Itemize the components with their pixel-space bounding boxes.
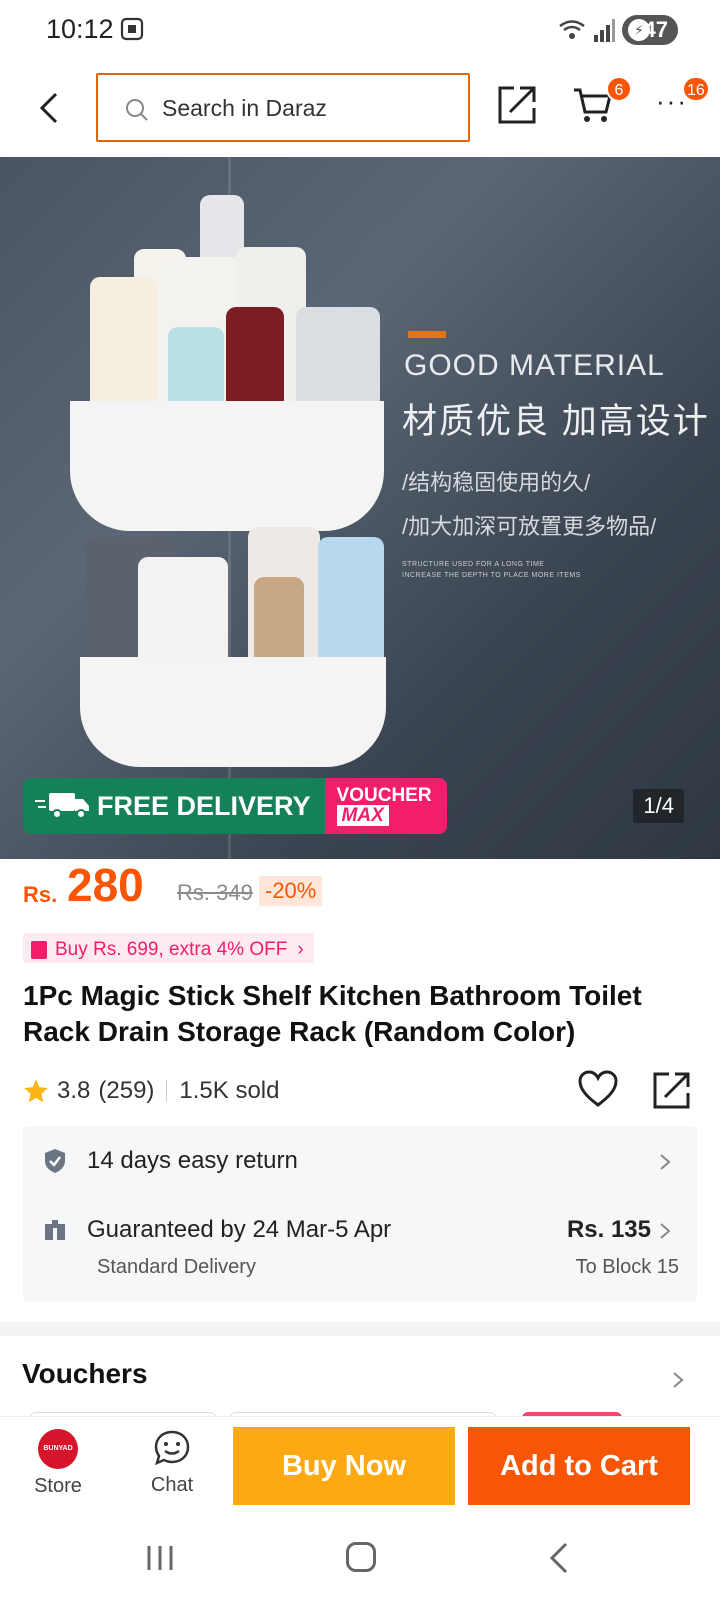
battery-indicator: ⚡ 47 <box>622 15 678 45</box>
return-policy-row[interactable]: 14 days easy return <box>23 1126 697 1196</box>
top-header: Search in Daraz 6 ··· 16 <box>0 66 720 156</box>
chat-button[interactable]: Chat <box>142 1429 202 1497</box>
search-placeholder: Search in Daraz <box>162 95 327 121</box>
rack-top-shelf <box>70 401 384 531</box>
cart-count-badge: 6 <box>606 76 632 102</box>
chevron-right-icon <box>660 1223 671 1239</box>
share-icon[interactable] <box>496 84 538 126</box>
image-line-1: /结构稳固使用的久/ <box>402 470 591 495</box>
chevron-right-icon[interactable] <box>672 1371 684 1389</box>
status-bar: 10:12 ⚡ 47 <box>0 0 720 62</box>
voucher-max-badge: VOUCHER MAX <box>324 778 447 834</box>
system-back-icon[interactable] <box>548 1542 570 1574</box>
more-button[interactable]: ··· 16 <box>656 76 710 116</box>
return-text: 14 days easy return <box>87 1147 298 1174</box>
delivery-fee: Rs. 135 <box>566 1216 651 1243</box>
shield-check-icon <box>45 1149 65 1173</box>
product-image-gallery[interactable]: GOOD MATERIAL 材质优良 加高设计 /结构稳固使用的久/ /加大加深… <box>0 157 720 859</box>
image-counter: 1/4 <box>633 789 684 823</box>
recent-apps-icon[interactable] <box>145 1544 175 1572</box>
delivery-date: Guaranteed by 24 Mar-5 Apr <box>87 1216 392 1243</box>
buy-now-button[interactable]: Buy Now <box>233 1427 455 1505</box>
offer-tag-icon <box>31 940 47 959</box>
delivery-row[interactable]: Guaranteed by 24 Mar-5 Apr Standard Deli… <box>23 1196 697 1302</box>
image-line-2: /加大加深可放置更多物品/ <box>402 514 657 539</box>
back-arrow-icon[interactable] <box>34 88 64 128</box>
chevron-right-icon <box>660 1154 671 1170</box>
store-label: Store <box>34 1475 82 1497</box>
cart-button[interactable]: 6 <box>572 76 632 128</box>
chevron-right-icon: › <box>297 938 304 960</box>
rack-bottom-shelf <box>80 657 386 767</box>
offer-text: Buy Rs. 699, extra 4% OFF <box>55 938 288 960</box>
price-currency: Rs. <box>23 882 58 907</box>
free-delivery-label: FREE DELIVERY <box>97 790 311 821</box>
status-time: 10:12 <box>46 14 114 44</box>
star-icon <box>24 1079 48 1103</box>
free-delivery-badge: FREE DELIVERY <box>23 778 325 834</box>
max-label: MAX <box>336 805 389 826</box>
voucher-label: VOUCHER <box>336 785 432 806</box>
wifi-signal-icon <box>559 19 615 42</box>
vouchers-heading[interactable]: Vouchers <box>22 1358 148 1390</box>
promo-banner: FREE DELIVERY VOUCHER MAX <box>23 778 447 834</box>
bundle-offer-banner[interactable]: Buy Rs. 699, extra 4% OFF › <box>23 933 314 963</box>
store-logo: BUNYAD <box>38 1429 78 1469</box>
search-icon <box>126 99 148 121</box>
image-heading-cn: 材质优良 加高设计 <box>402 402 710 441</box>
price-amount: 280 <box>67 859 144 911</box>
more-count-badge: 16 <box>682 76 710 102</box>
chat-label: Chat <box>150 1474 194 1496</box>
screenshot-icon <box>120 17 144 41</box>
accent-bar <box>408 331 446 338</box>
chat-icon <box>154 1430 190 1466</box>
original-price: Rs. 349 <box>177 880 253 905</box>
service-info-box: 14 days easy return Guaranteed by 24 Mar… <box>23 1126 697 1302</box>
section-divider <box>0 1322 720 1336</box>
package-icon <box>45 1220 65 1240</box>
search-input[interactable]: Search in Daraz <box>96 73 470 142</box>
share-icon[interactable] <box>652 1070 692 1110</box>
charging-icon: ⚡ <box>628 19 650 41</box>
delivery-location: To Block 15 <box>575 1256 679 1278</box>
product-title: 1Pc Magic Stick Shelf Kitchen Bathroom T… <box>23 980 642 1047</box>
wishlist-heart-icon[interactable] <box>578 1070 618 1108</box>
image-fine-print: STRUCTURE USED FOR A LONG TIME INCREASE … <box>402 559 581 581</box>
system-navigation-bar <box>0 1522 720 1600</box>
image-fine-1: STRUCTURE USED FOR A LONG TIME <box>402 561 545 568</box>
truck-icon <box>35 793 89 819</box>
home-icon[interactable] <box>346 1542 376 1572</box>
review-count: (259) <box>98 1077 155 1104</box>
sold-count: 1.5K sold <box>179 1077 280 1104</box>
store-button[interactable]: BUNYAD Store <box>28 1429 88 1498</box>
rating-score: 3.8 <box>57 1077 91 1104</box>
bottom-action-bar: BUNYAD Store Chat Buy Now Add to Cart <box>0 1416 720 1520</box>
image-heading-en: GOOD MATERIAL <box>404 349 665 382</box>
delivery-type: Standard Delivery <box>97 1256 256 1278</box>
image-fine-2: INCREASE THE DEPTH TO PLACE MORE ITEMS <box>402 572 581 579</box>
separator <box>166 1080 168 1102</box>
add-to-cart-button[interactable]: Add to Cart <box>468 1427 690 1505</box>
rating-row[interactable]: 3.8 (259) 1.5K sold <box>23 1074 279 1108</box>
discount-badge: -20% <box>259 876 323 906</box>
